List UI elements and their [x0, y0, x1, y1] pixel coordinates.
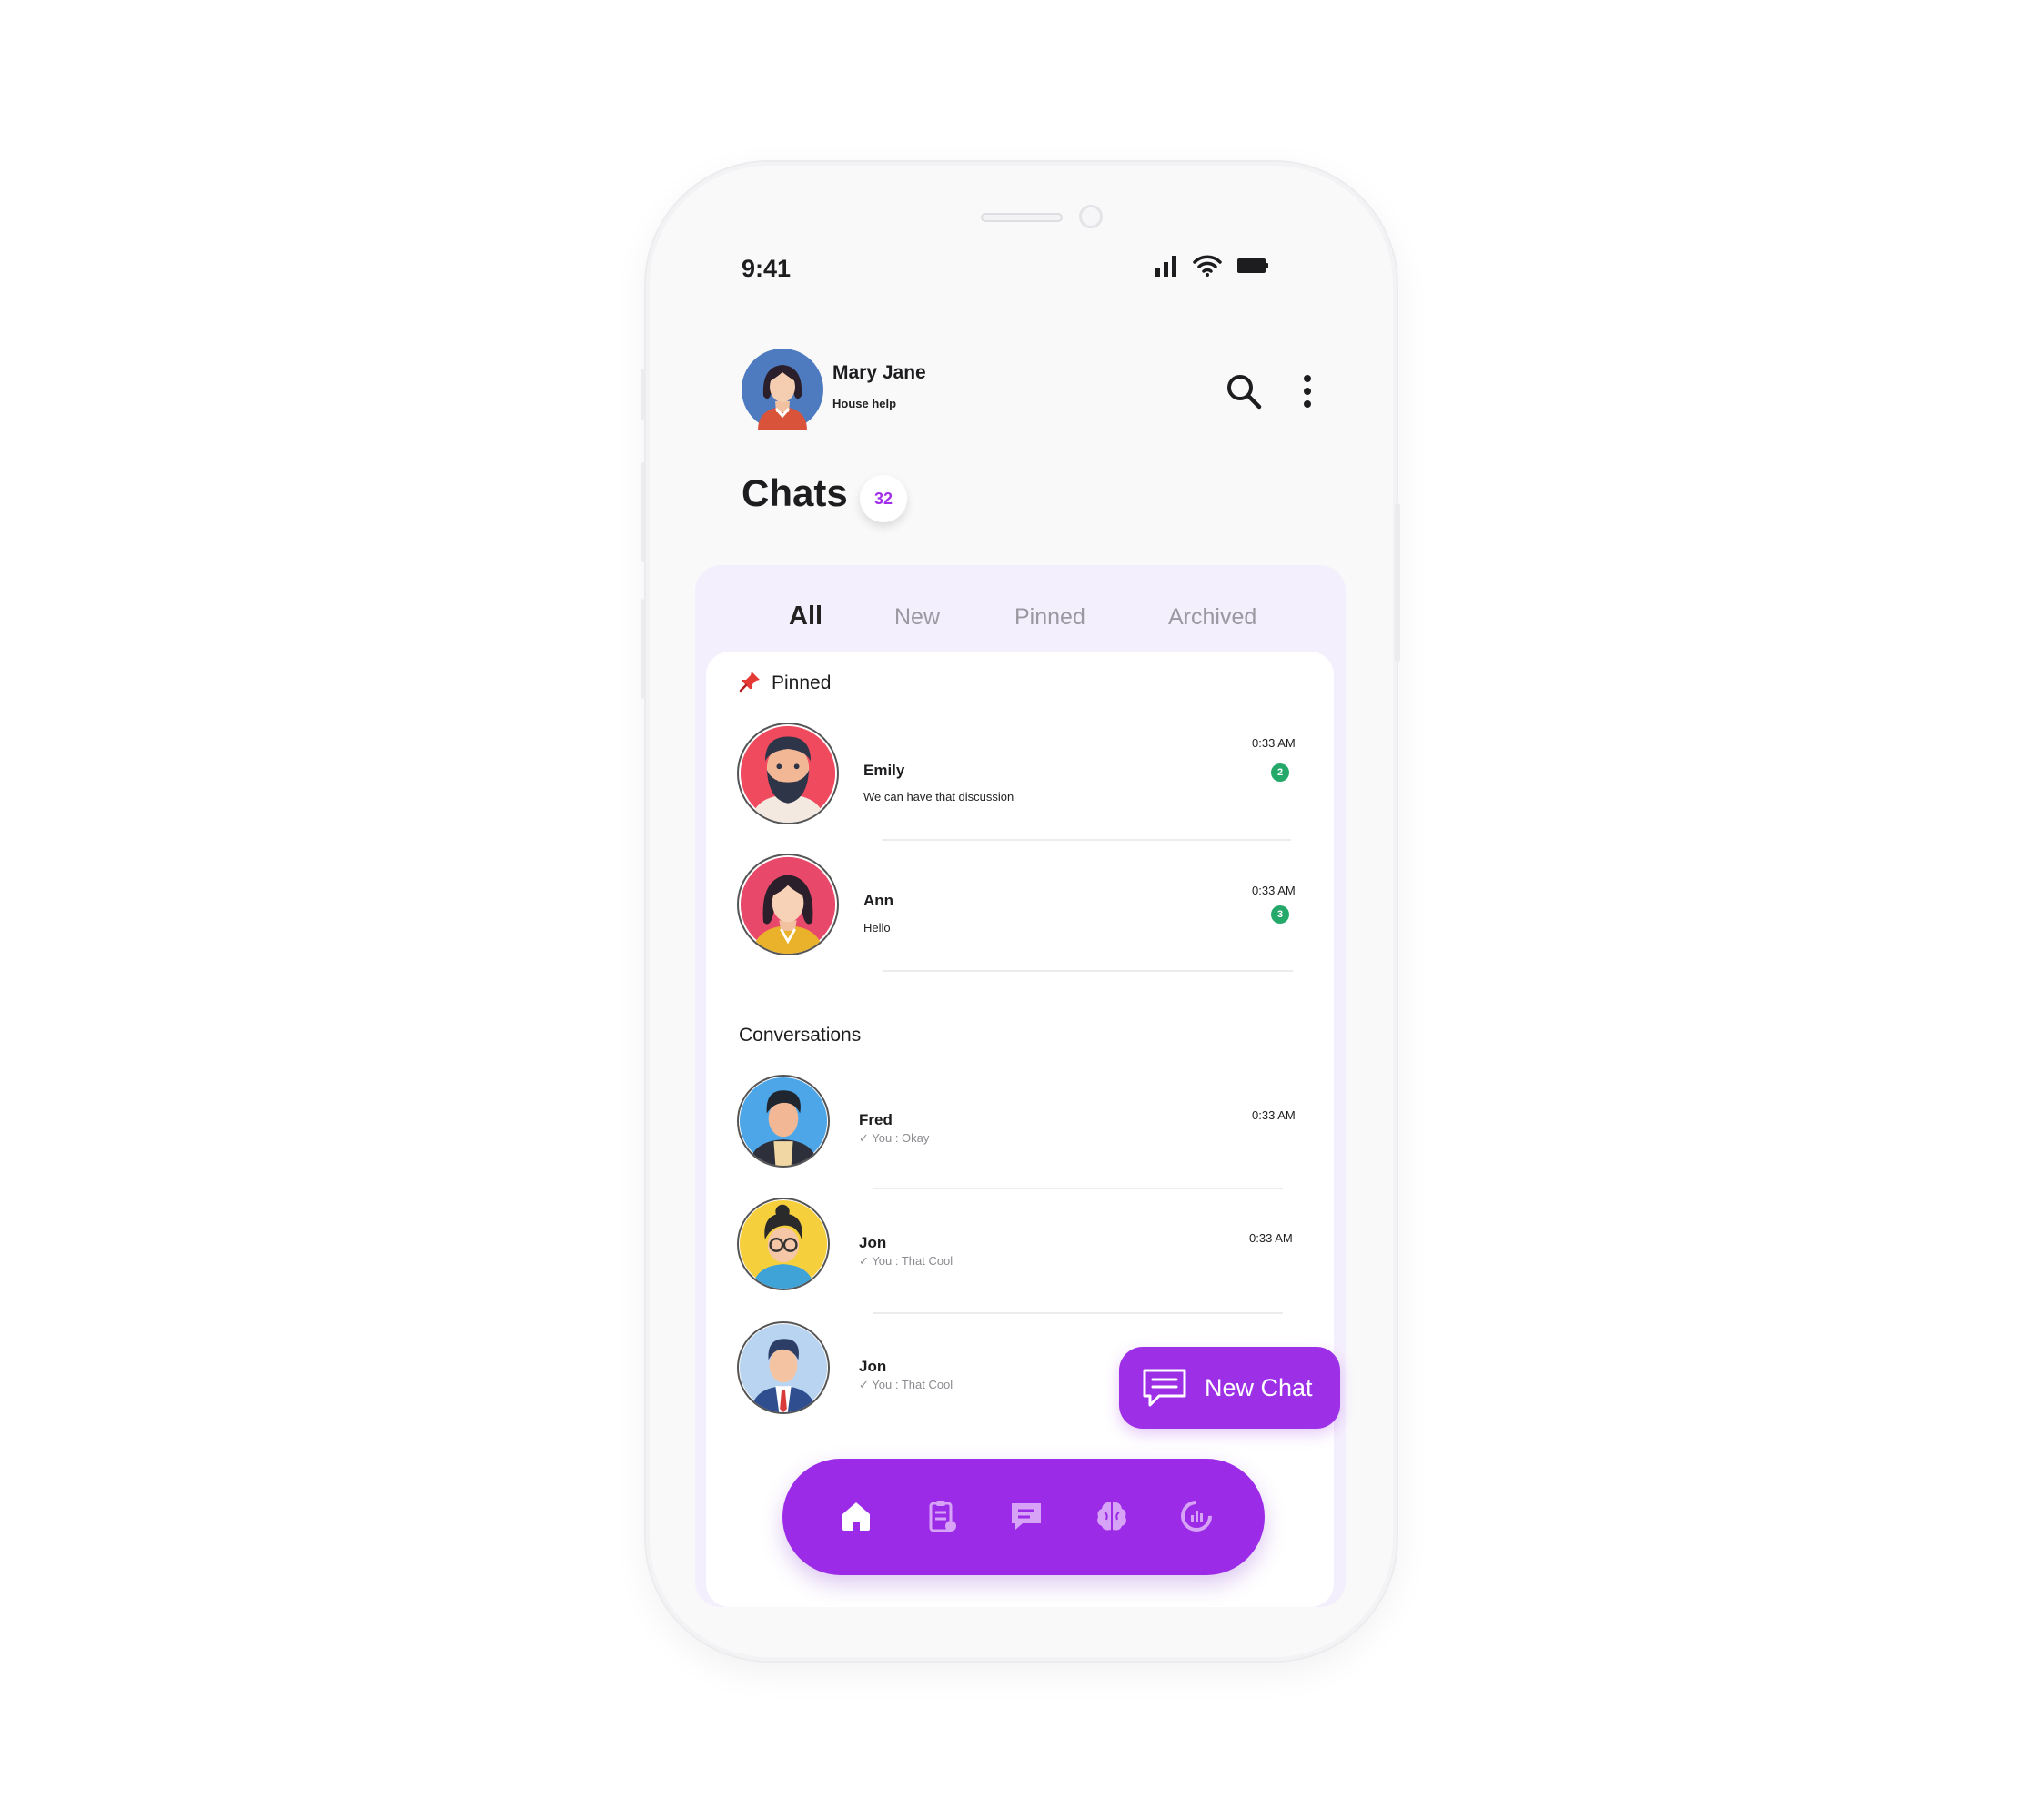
- tab-pinned[interactable]: Pinned: [1014, 604, 1085, 631]
- chat-last-message-text: You : That Cool: [872, 1254, 953, 1268]
- status-icons: [1155, 255, 1269, 277]
- phone-volume-up: [641, 462, 646, 562]
- chat-name: Emily: [863, 762, 905, 779]
- new-chat-label: New Chat: [1205, 1373, 1313, 1401]
- nav-home[interactable]: [833, 1493, 879, 1539]
- chats-count-badge: 32: [860, 475, 907, 522]
- tab-all[interactable]: All: [789, 602, 822, 632]
- chat-last-message-text: You : That Cool: [872, 1378, 953, 1391]
- avatar: [737, 1075, 830, 1168]
- chat-time: 0:33 AM: [1249, 1231, 1293, 1245]
- chat-message-icon: [1143, 1369, 1186, 1407]
- chat-panel: All New Pinned Archived Pinned Emily We …: [695, 565, 1346, 1607]
- new-chat-button[interactable]: New Chat: [1119, 1347, 1340, 1429]
- divider: [873, 1188, 1283, 1189]
- chat-last-message-text: You : Okay: [872, 1131, 930, 1145]
- nav-insights[interactable]: [1089, 1493, 1135, 1539]
- home-icon: [842, 1502, 870, 1531]
- brain-icon: [1097, 1502, 1126, 1531]
- chat-name: Fred: [859, 1111, 893, 1128]
- avatar: [737, 723, 839, 824]
- chat-last-message: ✓ You : Okay: [859, 1131, 929, 1146]
- clipboard-icon: [929, 1501, 956, 1532]
- cellular-signal-icon: [1155, 256, 1176, 277]
- tab-archived[interactable]: Archived: [1168, 604, 1256, 631]
- more-vertical-icon: [1304, 375, 1311, 408]
- nav-chats[interactable]: [1004, 1493, 1049, 1539]
- chat-name: Jon: [859, 1234, 887, 1251]
- profile-name: Mary Jane: [832, 362, 926, 383]
- chat-name: Ann: [863, 892, 894, 909]
- pinned-section-title: Pinned: [772, 672, 832, 693]
- list-item[interactable]: Emily We can have that discussion 0:33 A…: [706, 723, 1334, 841]
- analytics-icon: [1181, 1501, 1212, 1532]
- nav-tasks[interactable]: [919, 1493, 964, 1539]
- list-item[interactable]: Fred ✓ You : Okay 0:33 AM: [706, 1075, 1334, 1193]
- tab-new[interactable]: New: [894, 604, 940, 631]
- list-item[interactable]: Jon ✓ You : That Cool 0:33 AM: [706, 1198, 1334, 1316]
- chat-time: 0:33 AM: [1252, 884, 1296, 897]
- phone-volume-down: [641, 599, 646, 699]
- profile-role: House help: [832, 397, 897, 410]
- read-check-icon: ✓: [859, 1378, 873, 1391]
- divider: [873, 1312, 1283, 1314]
- bottom-nav: [782, 1459, 1265, 1575]
- phone-side-button: [641, 369, 646, 420]
- wifi-icon: [1193, 255, 1222, 277]
- phone-power-button: [1395, 503, 1400, 662]
- avatar: [737, 854, 839, 956]
- tab-bar: All New Pinned Archived: [695, 602, 1346, 647]
- chat-name: Jon: [859, 1358, 887, 1375]
- chat-time: 0:33 AM: [1252, 736, 1296, 750]
- read-check-icon: ✓: [859, 1131, 873, 1145]
- chat-time: 0:33 AM: [1252, 1108, 1296, 1122]
- list-item[interactable]: Ann Hello 0:33 AM 3: [706, 854, 1334, 972]
- read-check-icon: ✓: [859, 1254, 873, 1268]
- profile-avatar[interactable]: [742, 349, 823, 430]
- chat-last-message: ✓ You : That Cool: [859, 1378, 953, 1392]
- search-icon: [1227, 375, 1262, 410]
- chat-bubble-icon: [1012, 1503, 1041, 1530]
- chat-last-message: ✓ You : That Cool: [859, 1254, 953, 1269]
- avatar: [737, 1198, 830, 1290]
- chat-last-message: We can have that discussion: [863, 790, 1014, 804]
- divider: [883, 970, 1293, 972]
- divider: [882, 839, 1291, 841]
- unread-badge: 2: [1271, 763, 1289, 782]
- chat-last-message: Hello: [863, 921, 891, 935]
- search-button[interactable]: [1224, 371, 1264, 411]
- avatar: [737, 1321, 830, 1414]
- conversations-section-title: Conversations: [739, 1025, 862, 1046]
- pin-icon: [739, 672, 760, 693]
- nav-analytics[interactable]: [1174, 1493, 1219, 1539]
- battery-icon: [1237, 258, 1268, 273]
- status-time: 9:41: [742, 255, 792, 282]
- unread-badge: 3: [1271, 905, 1289, 924]
- page-title: Chats: [742, 471, 848, 514]
- more-options-button[interactable]: [1296, 371, 1318, 411]
- phone-frame: 9:41 Mary Jane House help Chats 32 All N…: [641, 162, 1400, 1661]
